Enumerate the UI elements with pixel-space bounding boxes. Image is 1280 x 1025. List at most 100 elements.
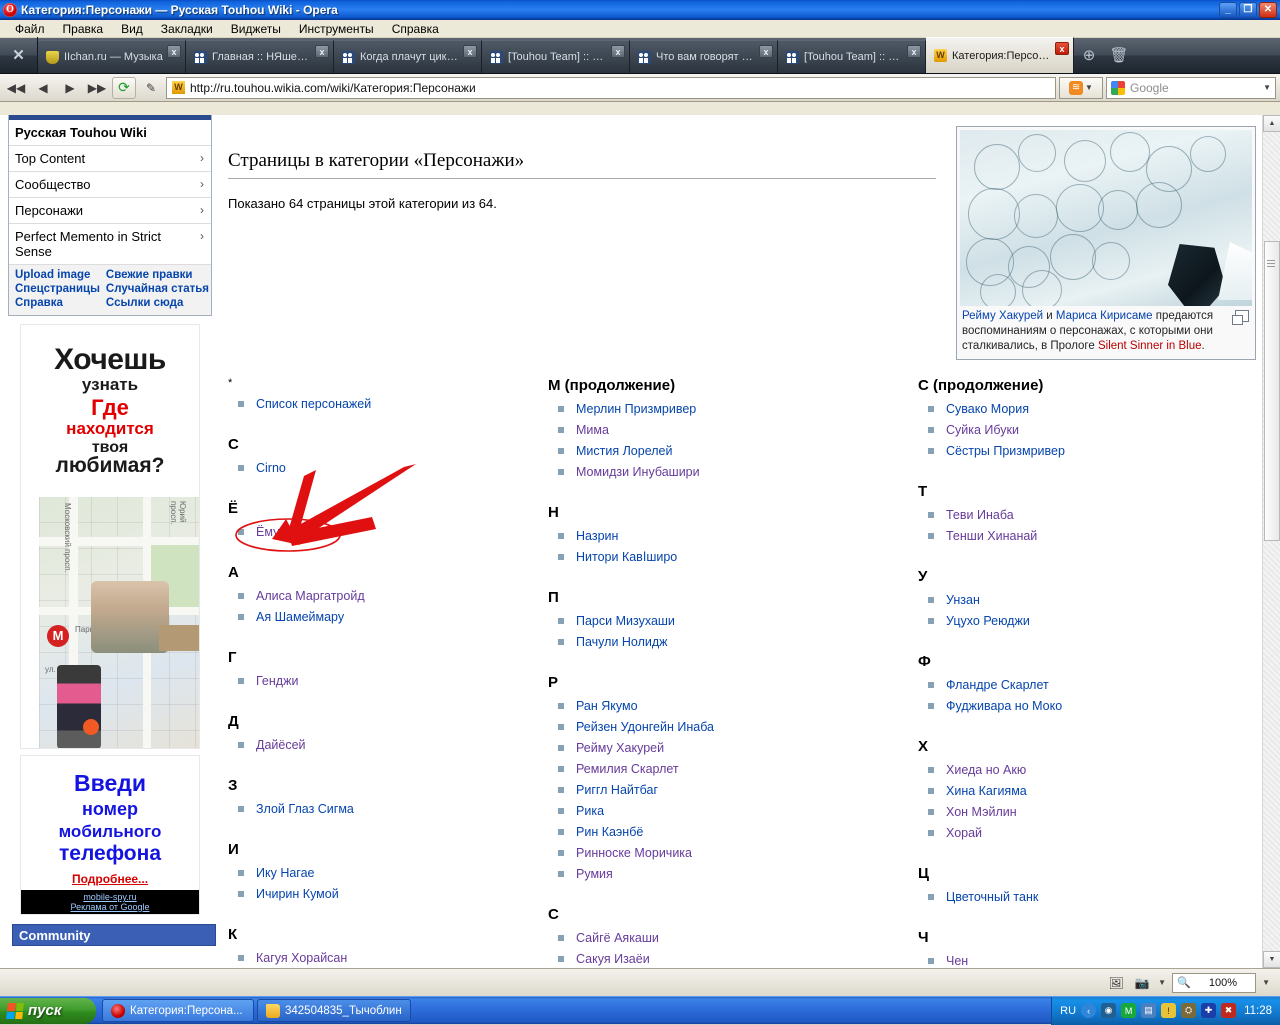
search-input[interactable]: Google ▼ [1106, 76, 1276, 99]
category-link[interactable]: Теви Инаба [946, 508, 1014, 522]
start-button[interactable]: пуск [0, 997, 96, 1024]
category-link[interactable]: Риггл Найтбаг [576, 783, 658, 797]
category-link[interactable]: Румия [576, 867, 613, 881]
rss-button[interactable]: ≋ ▼ [1059, 76, 1103, 99]
category-link[interactable]: Чен [946, 954, 968, 968]
category-link[interactable]: Тенши Хинанай [946, 529, 1037, 543]
ad2-google-note[interactable]: Реклама от Google [21, 902, 199, 912]
tray-language-indicator[interactable]: RU [1060, 1005, 1076, 1017]
category-link[interactable]: Дайёсей [256, 738, 306, 752]
category-link[interactable]: Уцухо Реюджи [946, 614, 1030, 628]
browser-tab[interactable]: Главная :: НЯшего И... x [186, 40, 334, 73]
back-button[interactable]: ◀ [31, 77, 55, 99]
link-upload-image[interactable]: Upload image [15, 269, 100, 281]
category-link[interactable]: Мима [576, 423, 609, 437]
browser-tab-active[interactable]: W Категория:Персона... x [926, 37, 1074, 73]
ad2-site-link[interactable]: mobile-spy.ru [21, 892, 199, 902]
category-link[interactable]: Хон Мэйлин [946, 805, 1017, 819]
browser-tab[interactable]: Что вам говорят дру... x [630, 40, 778, 73]
category-link-yomu-konpaku[interactable]: Ёму Конпаку [256, 525, 330, 539]
category-link[interactable]: Ремилия Скарлет [576, 762, 679, 776]
caption-link-marisa[interactable]: Мариса Кирисаме [1056, 310, 1153, 322]
category-link[interactable]: Сувако Мория [946, 402, 1029, 416]
browser-tab[interactable]: [Touhou Team] :: НЯ... x [482, 40, 630, 73]
category-link[interactable]: Алиса Маргатройд [256, 589, 365, 603]
chevron-down-icon[interactable]: ▼ [1085, 83, 1093, 92]
reload-icon[interactable]: ⟳ [112, 76, 136, 99]
tab-close-icon[interactable]: x [167, 45, 181, 58]
trash-button[interactable]: 🗑 [1104, 37, 1134, 73]
maximize-button[interactable]: ❐ [1239, 1, 1257, 18]
tab-close-icon[interactable]: x [315, 45, 329, 58]
chevron-down-icon[interactable]: ▼ [1263, 83, 1271, 92]
tab-close-icon[interactable]: x [611, 45, 625, 58]
sidebar-item-perfect-memento[interactable]: Perfect Memento in Strict Sense › [9, 224, 211, 265]
category-link[interactable]: Рейзен Удонгейн Инаба [576, 720, 714, 734]
category-link[interactable]: Суйка Ибуки [946, 423, 1019, 437]
category-link[interactable]: Ая Шамеймару [256, 610, 344, 624]
category-link[interactable]: Хина Кагияма [946, 784, 1027, 798]
back-fast-button[interactable]: ◀◀ [4, 77, 28, 99]
link-what-links-here[interactable]: Ссылки сюда [106, 297, 209, 309]
menu-tools[interactable]: Инструменты [290, 20, 383, 38]
menu-view[interactable]: Вид [112, 20, 152, 38]
chevron-down-icon[interactable]: ▼ [1158, 978, 1166, 987]
defender-icon[interactable]: M [1121, 1003, 1137, 1018]
minimize-button[interactable]: _ [1219, 1, 1237, 18]
menu-help[interactable]: Справка [383, 20, 448, 38]
forward-button[interactable]: ▶ [58, 77, 82, 99]
link-help[interactable]: Справка [15, 297, 100, 309]
tab-close-icon[interactable]: x [759, 45, 773, 58]
category-link[interactable]: Фландре Скарлет [946, 678, 1049, 692]
category-link[interactable]: Кагуя Хорайсан [256, 951, 347, 965]
category-link[interactable]: Злой Глаз Сигма [256, 802, 354, 816]
category-link[interactable]: Сакуя Изаёи [576, 952, 650, 966]
chevron-left-icon[interactable]: ‹ [1081, 1003, 1097, 1018]
category-link[interactable]: Парси Мизухаши [576, 614, 675, 628]
sidebar-advertisement-mobilespy[interactable]: Введи номер мобильного телефона Подробне… [20, 755, 200, 915]
category-link[interactable]: Cirno [256, 461, 286, 475]
page-scrollbar-vertical[interactable]: ▲ ▼ [1262, 115, 1280, 968]
new-tab-button[interactable]: ⊕ [1074, 37, 1104, 73]
category-link[interactable]: Сёстры Призмривер [946, 444, 1065, 458]
category-link[interactable]: Ран Якумо [576, 699, 638, 713]
category-link[interactable]: Назрин [576, 529, 618, 543]
caption-link-silent-sinner[interactable]: Silent Sinner in Blue [1098, 340, 1202, 352]
thumbnail-image[interactable] [960, 130, 1252, 306]
category-link[interactable]: Ичирин Кумой [256, 887, 339, 901]
tab-close-icon[interactable]: x [463, 45, 477, 58]
menu-edit[interactable]: Правка [54, 20, 113, 38]
address-input[interactable]: W http://ru.touhou.wikia.com/wiki/Катего… [166, 76, 1056, 99]
scroll-up-button[interactable]: ▲ [1263, 115, 1280, 132]
camera-icon[interactable]: 📷 [1132, 974, 1152, 992]
category-link[interactable]: Хиеда но Акю [946, 763, 1026, 777]
zoom-control[interactable]: 🔍 100% [1172, 972, 1257, 993]
link-random-article[interactable]: Случайная статья [106, 283, 209, 295]
forward-fast-button[interactable]: ▶▶ [85, 77, 109, 99]
scrollbar-thumb[interactable] [1264, 241, 1280, 541]
image-toggle-icon[interactable]: 🖼 [1106, 974, 1126, 992]
toolbox-icon[interactable]: ⛭ [1181, 1003, 1197, 1018]
bluetooth-icon[interactable]: ✚ [1201, 1003, 1217, 1018]
ad2-more-link[interactable]: Подробнее... [21, 872, 199, 886]
browser-tab[interactable]: IIchan.ru — Музыка x [38, 40, 186, 73]
warning-icon[interactable]: ! [1161, 1003, 1177, 1018]
category-link[interactable]: Рейму Хакурей [576, 741, 664, 755]
caption-link-reimu[interactable]: Рейму Хакурей [962, 310, 1043, 322]
tab-close-icon[interactable]: x [907, 45, 921, 58]
category-link[interactable]: Момидзи Инубашири [576, 465, 700, 479]
link-special-pages[interactable]: Спецстраницы [15, 283, 100, 295]
display-icon[interactable]: ▤ [1141, 1003, 1157, 1018]
tab-close-icon[interactable]: x [1055, 42, 1069, 55]
menu-file[interactable]: Файл [6, 20, 54, 38]
scroll-down-button[interactable]: ▼ [1263, 951, 1280, 968]
sidebar-item-characters[interactable]: Персонажи › [9, 198, 211, 224]
edit-icon[interactable]: ✎ [139, 77, 163, 99]
close-button[interactable]: ✕ [1259, 1, 1277, 18]
taskbar-item-opera[interactable]: Категория:Персона... [102, 999, 254, 1022]
sidebar-advertisement-locator[interactable]: Хочешь узнать Где находится твоя любимая… [20, 324, 200, 749]
browser-tab[interactable]: [Touhou Team] :: НЯ... x [778, 40, 926, 73]
category-link[interactable]: Цветочный танк [946, 890, 1038, 904]
taskbar-clock[interactable]: 11:28 [1241, 1005, 1272, 1017]
category-link[interactable]: Пачули Нолидж [576, 635, 668, 649]
